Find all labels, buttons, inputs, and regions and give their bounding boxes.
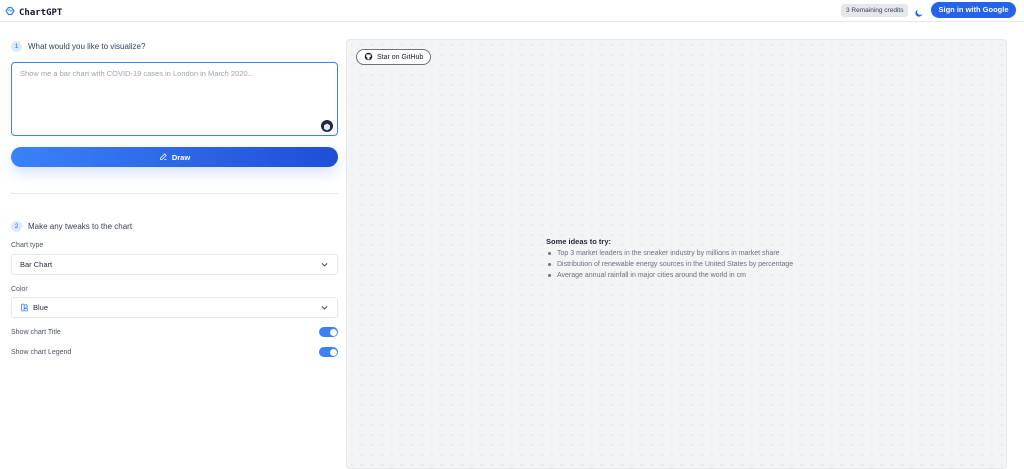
ideas-title: Some ideas to try:	[546, 237, 612, 246]
left-panel: 1 What would you like to visualize? Draw…	[0, 22, 346, 464]
pencil-icon	[159, 152, 168, 163]
idea-item[interactable]: Top 3 market leaders in the sneaker indu…	[546, 248, 793, 259]
credits-badge: 3 Remaining credits	[841, 4, 909, 17]
github-star-button[interactable]: Star on GitHub	[356, 49, 432, 65]
ideas-list: Top 3 market leaders in the sneaker indu…	[546, 248, 793, 281]
chartgpt-logo-icon	[4, 4, 16, 22]
chart-type-select[interactable]: Bar Chart	[11, 254, 338, 275]
step-1-number: 1	[11, 41, 22, 52]
top-bar: ChartGPT 3 Remaining credits Sign in wit…	[0, 0, 1024, 22]
ideas-box: Some ideas to try: Top 3 market leaders …	[546, 237, 793, 281]
color-value-wrap: Blue	[20, 303, 320, 312]
draw-button[interactable]: Draw	[11, 147, 338, 167]
hexagon-icon[interactable]	[321, 120, 333, 132]
github-label: Star on GitHub	[377, 53, 424, 61]
idea-item[interactable]: Distribution of renewable energy sources…	[546, 259, 793, 270]
color-label: Color	[11, 286, 28, 293]
github-icon	[364, 52, 373, 63]
logo[interactable]: ChartGPT	[4, 4, 62, 22]
show-legend-row: Show chart Legend	[11, 346, 338, 358]
chart-type-value: Bar Chart	[20, 260, 53, 269]
moon-icon[interactable]	[914, 5, 924, 17]
prompt-box	[11, 62, 338, 136]
chart-type-label: Chart type	[11, 242, 44, 249]
idea-item[interactable]: Average annual rainfall in major cities …	[546, 270, 793, 281]
show-title-toggle[interactable]	[319, 327, 338, 337]
show-legend-toggle[interactable]	[319, 347, 338, 357]
chevron-down-icon	[320, 260, 329, 269]
step-2-number: 2	[11, 221, 22, 232]
show-title-label: Show chart Title	[11, 328, 61, 336]
color-select[interactable]: Blue	[11, 297, 338, 318]
step-2-title: Make any tweaks to the chart	[28, 222, 133, 231]
chevron-down-icon	[320, 303, 329, 312]
divider	[11, 193, 338, 194]
step-1-heading: 1 What would you like to visualize?	[11, 41, 145, 52]
palette-icon	[20, 303, 29, 312]
draw-label: Draw	[171, 152, 191, 162]
app-name: ChartGPT	[19, 8, 63, 18]
step-2-heading: 2 Make any tweaks to the chart	[11, 221, 132, 232]
chart-canvas: Star on GitHub Some ideas to try: Top 3 …	[346, 39, 1007, 469]
prompt-input[interactable]	[12, 63, 337, 135]
sign-in-button[interactable]: Sign in with Google	[931, 2, 1016, 18]
step-1-title: What would you like to visualize?	[28, 42, 146, 51]
show-legend-label: Show chart Legend	[11, 348, 72, 356]
color-value: Blue	[33, 303, 49, 312]
show-title-row: Show chart Title	[11, 326, 338, 338]
